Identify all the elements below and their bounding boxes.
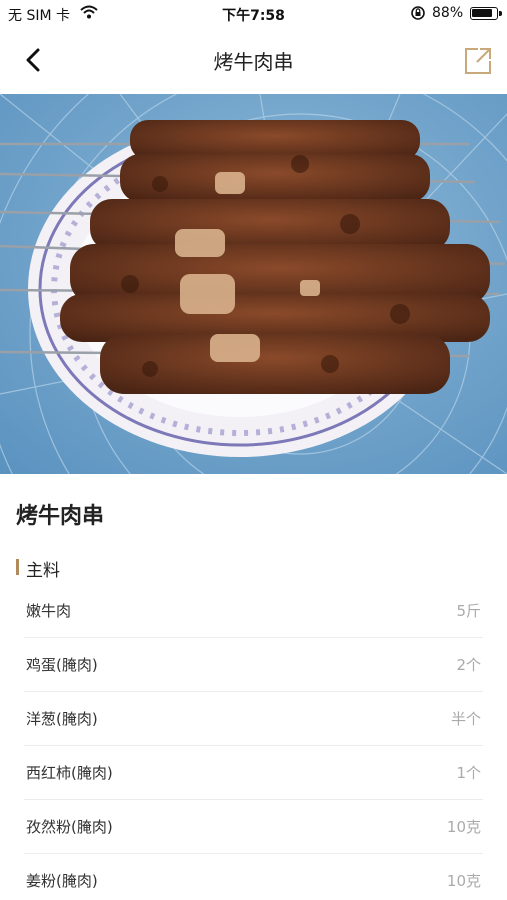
- status-clock: 下午7:58: [222, 8, 285, 24]
- ingredient-quantity: 半个: [450, 710, 481, 728]
- ingredient-row: 洋葱(腌肉) 半个: [24, 692, 483, 746]
- ingredient-row: 鸡蛋(腌肉) 2个: [24, 638, 483, 692]
- page-title: 烤牛肉串: [213, 50, 294, 74]
- ingredient-quantity: 2个: [456, 656, 481, 674]
- battery-fill: [472, 9, 492, 17]
- status-bar: 无 SIM 卡 下午7:58 88%: [0, 0, 507, 28]
- section-title: 主料: [26, 561, 60, 581]
- share-button[interactable]: [460, 44, 496, 76]
- share-icon: [460, 48, 496, 80]
- ingredient-quantity: 1个: [456, 764, 481, 782]
- chevron-left-icon: [16, 48, 52, 80]
- ingredient-list: 嫩牛肉 5斤 鸡蛋(腌肉) 2个 洋葱(腌肉) 半个 西红柿(腌肉) 1个 孜然…: [0, 584, 507, 900]
- recipe-photo: [0, 94, 507, 474]
- ingredient-name: 鸡蛋(腌肉): [26, 656, 98, 674]
- ingredient-row: 姜粉(腌肉) 10克: [24, 854, 483, 900]
- ingredient-name: 西红柿(腌肉): [26, 764, 113, 782]
- battery-icon: [470, 7, 502, 20]
- ingredient-quantity: 5斤: [456, 602, 481, 620]
- section-accent-bar: [16, 559, 19, 575]
- recipe-title: 烤牛肉串: [16, 504, 105, 529]
- ingredient-row: 西红柿(腌肉) 1个: [24, 746, 483, 800]
- ingredient-quantity: 10克: [446, 872, 481, 890]
- ingredient-name: 孜然粉(腌肉): [26, 818, 113, 836]
- back-button[interactable]: [16, 44, 52, 76]
- ingredient-row: 嫩牛肉 5斤: [24, 584, 483, 638]
- battery-percent: 88%: [432, 5, 464, 21]
- ingredient-name: 姜粉(腌肉): [26, 872, 98, 890]
- ingredient-name: 洋葱(腌肉): [26, 710, 98, 728]
- rotation-lock-icon: [410, 5, 426, 25]
- ingredient-name: 嫩牛肉: [26, 602, 72, 620]
- ingredient-row: 孜然粉(腌肉) 10克: [24, 800, 483, 854]
- ingredient-quantity: 10克: [446, 818, 481, 836]
- navigation-bar: 烤牛肉串: [0, 30, 507, 90]
